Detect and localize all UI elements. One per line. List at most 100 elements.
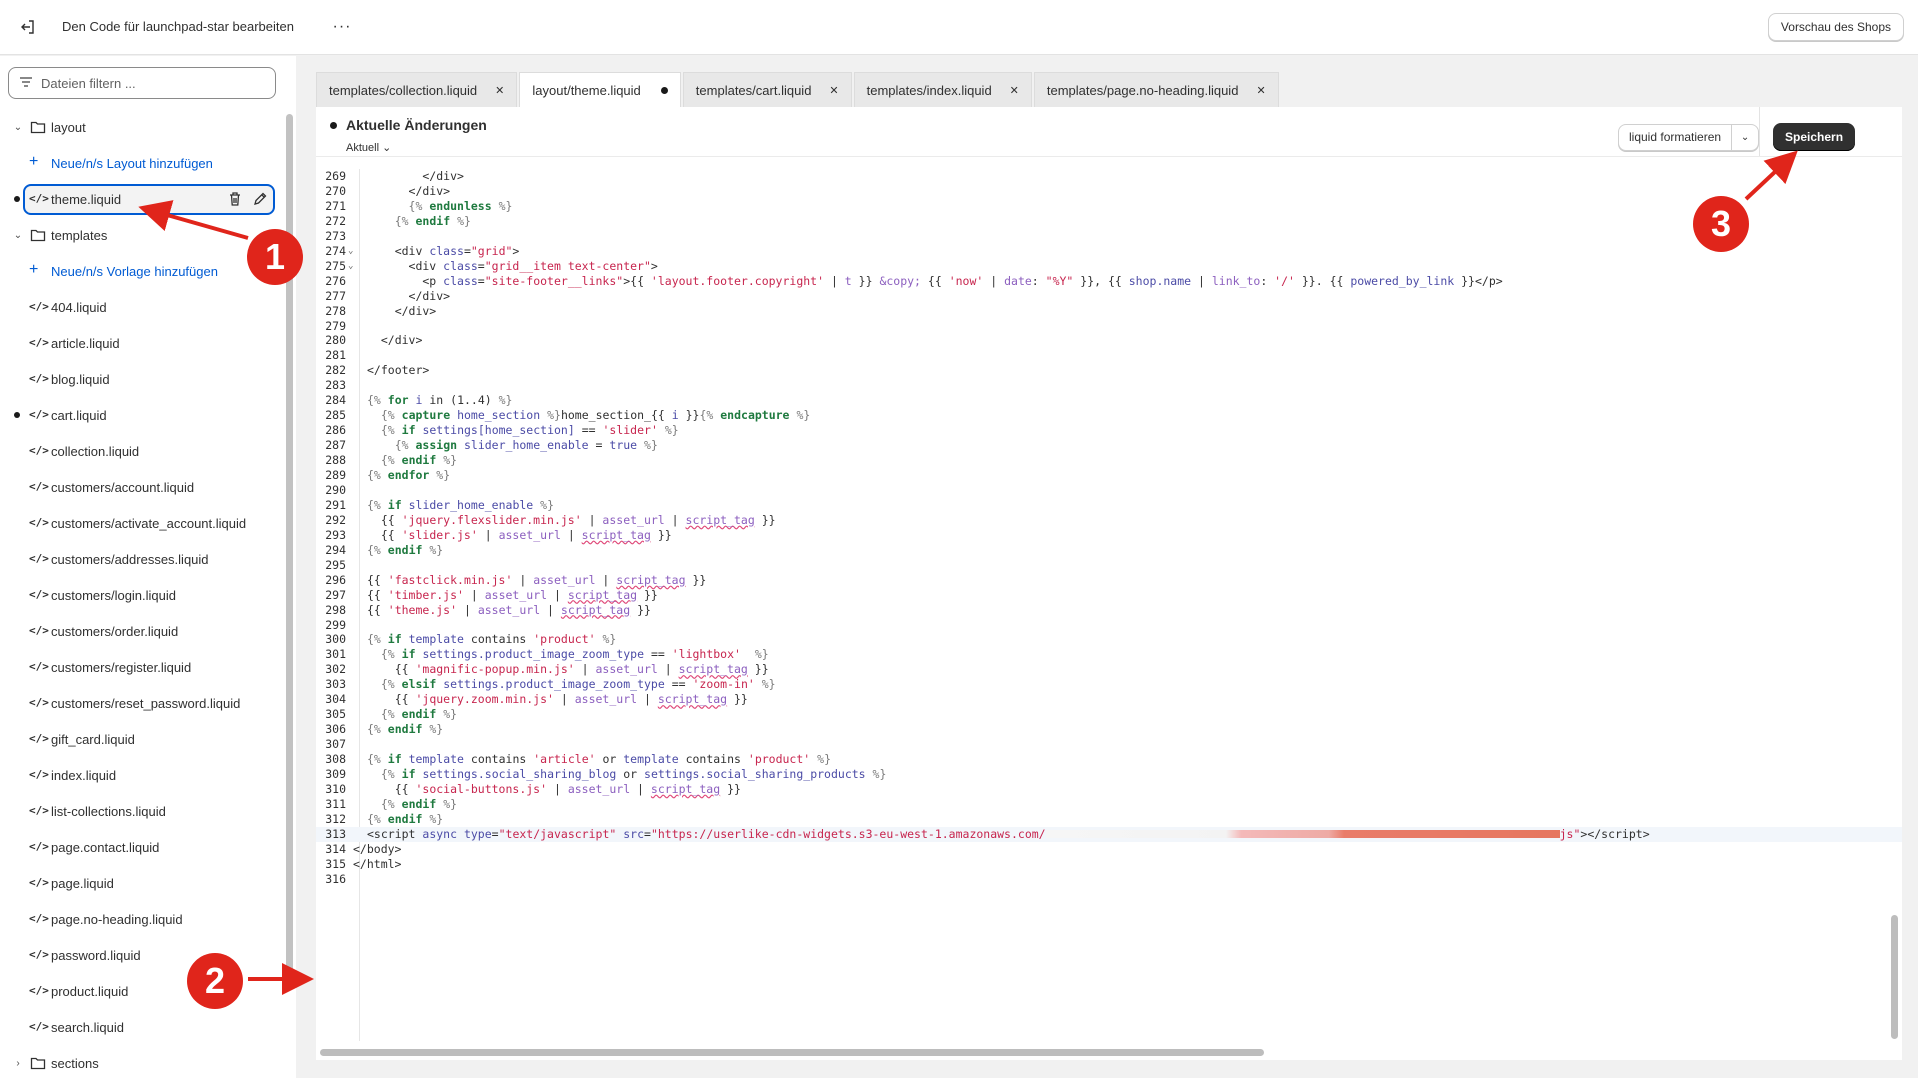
code-line[interactable]: 307	[316, 737, 1902, 752]
file-item[interactable]: </> product.liquid	[0, 973, 288, 1009]
code-line[interactable]: 294 {% endif %}	[316, 543, 1902, 558]
folder-item[interactable]: › sections	[0, 1045, 288, 1078]
close-icon[interactable]: ✕	[1256, 84, 1265, 97]
folder-item[interactable]: ⌄ layout	[0, 109, 288, 145]
code-line[interactable]: 288 {% endif %}	[316, 453, 1902, 468]
file-item[interactable]: </> index.liquid	[0, 757, 288, 793]
file-item[interactable]: </> cart.liquid	[0, 397, 288, 433]
code-line[interactable]: 291 {% if slider_home_enable %}	[316, 498, 1902, 513]
code-line[interactable]: 285 {% capture home_section %}home_secti…	[316, 408, 1902, 423]
editor-tab[interactable]: layout/theme.liquid	[519, 72, 681, 107]
format-liquid-button[interactable]: liquid formatieren ⌄	[1618, 124, 1760, 151]
code-line[interactable]: 286 {% if settings[home_section] == 'sli…	[316, 423, 1902, 438]
file-item[interactable]: </> customers/reset_password.liquid	[0, 685, 288, 721]
add-file-link[interactable]: + Neue/n/s Vorlage hinzufügen	[0, 253, 288, 289]
folder-item[interactable]: ⌄ templates	[0, 217, 288, 253]
code-line[interactable]: 298 {{ 'theme.js' | asset_url | script_ta…	[316, 603, 1902, 618]
file-item[interactable]: </> customers/activate_account.liquid	[0, 505, 288, 541]
code-line[interactable]: 311 {% endif %}	[316, 797, 1902, 812]
code-line[interactable]: 274 ⌄ <div class="grid">	[316, 244, 1902, 259]
file-item[interactable]: </> customers/login.liquid	[0, 577, 288, 613]
code-line[interactable]: 314 </body>	[316, 842, 1902, 857]
file-item[interactable]: </> list-collections.liquid	[0, 793, 288, 829]
code-line[interactable]: 296 {{ 'fastclick.min.js' | asset_url | s…	[316, 573, 1902, 588]
pencil-icon[interactable]	[253, 191, 267, 207]
chevron-down-icon[interactable]: ⌄	[12, 121, 24, 133]
close-icon[interactable]: ✕	[495, 84, 504, 97]
code-line[interactable]: 313 <script async type="text/javascript" …	[316, 826, 1902, 842]
code-line[interactable]: 305 {% endif %}	[316, 707, 1902, 722]
unsaved-dot[interactable]	[660, 86, 668, 94]
code-line[interactable]: 312 {% endif %}	[316, 812, 1902, 827]
code-line[interactable]: 300 {% if template contains 'product' %}	[316, 632, 1902, 647]
code-line[interactable]: 316	[316, 872, 1902, 887]
code-line[interactable]: 304 {{ 'jquery.zoom.min.js' | asset_url …	[316, 692, 1902, 707]
file-item[interactable]: </> collection.liquid	[0, 433, 288, 469]
code-line[interactable]: 275 ⌄ <div class="grid__item text-center"…	[316, 259, 1902, 274]
file-item[interactable]: </> page.contact.liquid	[0, 829, 288, 865]
fold-chevron-icon[interactable]: ⌄	[348, 244, 353, 259]
editor-tab[interactable]: templates/collection.liquid ✕	[316, 72, 518, 107]
file-item[interactable]: </> customers/register.liquid	[0, 649, 288, 685]
code-line[interactable]: 306 {% endif %}	[316, 722, 1902, 737]
code-line[interactable]: 278 </div>	[316, 304, 1902, 319]
exit-icon[interactable]	[16, 15, 40, 39]
code-line[interactable]: 279	[316, 319, 1902, 334]
code-area[interactable]: 269 </div> 270 </div> 271 {% endunless %} 2…	[316, 169, 1902, 1041]
code-line[interactable]: 271 {% endunless %}	[316, 199, 1902, 214]
code-line[interactable]: 284 {% for i in (1..4) %}	[316, 393, 1902, 408]
format-liquid-label[interactable]: liquid formatieren	[1619, 125, 1733, 150]
file-item[interactable]: </> customers/account.liquid	[0, 469, 288, 505]
code-line[interactable]: 282 </footer>	[316, 363, 1902, 378]
code-line[interactable]: 293 {{ 'slider.js' | asset_url | script_…	[316, 528, 1902, 543]
horizontal-scrollbar[interactable]	[320, 1049, 1264, 1056]
chevron-right-icon[interactable]: ›	[12, 1057, 24, 1069]
code-line[interactable]: 273	[316, 229, 1902, 244]
fold-chevron-icon[interactable]: ⌄	[348, 259, 353, 274]
file-item[interactable]: </> theme.liquid	[0, 181, 288, 217]
code-line[interactable]: 270 </div>	[316, 184, 1902, 199]
code-line[interactable]: 289 {% endfor %}	[316, 468, 1902, 483]
chevron-down-icon[interactable]: ⌄	[12, 229, 24, 241]
code-line[interactable]: 269 </div>	[316, 169, 1902, 184]
code-line[interactable]: 309 {% if settings.social_sharing_blog o…	[316, 767, 1902, 782]
vertical-scrollbar[interactable]	[1891, 915, 1898, 1039]
code-line[interactable]: 283	[316, 378, 1902, 393]
file-item[interactable]: </> search.liquid	[0, 1009, 288, 1045]
filter-input[interactable]	[41, 75, 261, 91]
editor-tab[interactable]: templates/index.liquid ✕	[853, 72, 1032, 107]
close-icon[interactable]: ✕	[1010, 84, 1019, 97]
code-line[interactable]: 295	[316, 558, 1902, 573]
code-line[interactable]: 308 {% if template contains 'article' or …	[316, 752, 1902, 767]
code-line[interactable]: 315 </html>	[316, 857, 1902, 872]
code-line[interactable]: 287 {% assign slider_home_enable = true …	[316, 438, 1902, 453]
code-line[interactable]: 303 {% elsif settings.product_image_zoom…	[316, 677, 1902, 692]
save-button[interactable]: Speichern	[1773, 123, 1856, 151]
file-item[interactable]: </> page.liquid	[0, 865, 288, 901]
code-line[interactable]: 302 {{ 'magnific-popup.min.js' | asset_u…	[316, 662, 1902, 677]
code-line[interactable]: 280 </div>	[316, 333, 1902, 348]
code-line[interactable]: 301 {% if settings.product_image_zoom_ty…	[316, 647, 1902, 662]
editor-tab[interactable]: templates/page.no-heading.liquid ✕	[1033, 72, 1279, 107]
code-line[interactable]: 310 {{ 'social-buttons.js' | asset_url |…	[316, 782, 1902, 797]
file-item[interactable]: </> article.liquid	[0, 325, 288, 361]
file-item[interactable]: </> customers/addresses.liquid	[0, 541, 288, 577]
more-actions-icon[interactable]: ···	[330, 15, 354, 39]
version-select[interactable]: Aktuell ⌄	[346, 141, 391, 154]
trash-icon[interactable]	[228, 191, 242, 207]
file-item[interactable]: </> page.no-heading.liquid	[0, 901, 288, 937]
editor-tab[interactable]: templates/cart.liquid ✕	[682, 72, 852, 107]
code-line[interactable]: 277 </div>	[316, 289, 1902, 304]
file-item[interactable]: </> 404.liquid	[0, 289, 288, 325]
code-line[interactable]: 276 <p class="site-footer__links">{{ 'la…	[316, 274, 1902, 289]
code-line[interactable]: 281	[316, 348, 1902, 363]
code-line[interactable]: 272 {% endif %}	[316, 214, 1902, 229]
code-line[interactable]: 299	[316, 618, 1902, 633]
chevron-down-icon[interactable]: ⌄	[1732, 125, 1758, 150]
code-line[interactable]: 290	[316, 483, 1902, 498]
preview-store-button[interactable]: Vorschau des Shops	[1767, 13, 1904, 41]
file-item[interactable]: </> password.liquid	[0, 937, 288, 973]
file-item[interactable]: </> customers/order.liquid	[0, 613, 288, 649]
code-line[interactable]: 297 {{ 'timber.js' | asset_url | script_t…	[316, 588, 1902, 603]
close-icon[interactable]: ✕	[829, 84, 838, 97]
